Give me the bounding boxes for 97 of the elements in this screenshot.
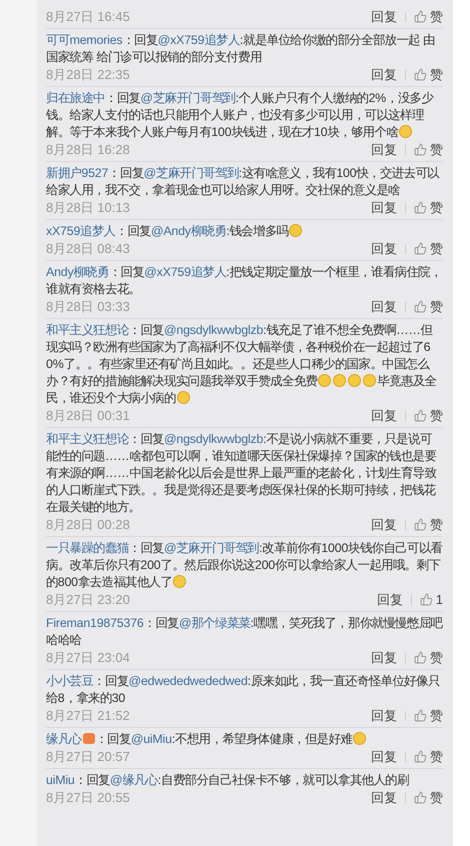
emoji-icon [176, 391, 190, 404]
user-link[interactable]: 归在旅途中 [46, 91, 106, 105]
emoji-icon [318, 374, 332, 387]
comment-time: 8月28日 00:31 [46, 406, 131, 424]
user-link[interactable]: uiMiu [46, 773, 75, 787]
like-link[interactable]: 1 [436, 592, 443, 607]
reply-link[interactable]: 回复 [371, 298, 397, 316]
user-link[interactable]: 和平主义狂想论 [46, 323, 129, 337]
comment-time: 8月27日 16:45 [46, 8, 131, 26]
reply-link[interactable]: 回复 [371, 8, 397, 26]
thumbs-up-icon[interactable] [414, 791, 427, 804]
comment-time: 8月28日 00:28 [46, 516, 131, 534]
like-link[interactable]: 赞 [430, 240, 443, 258]
comment-time: 8月27日 20:57 [46, 748, 131, 766]
comment-time: 8月27日 23:20 [46, 590, 131, 608]
like-link[interactable]: 赞 [430, 748, 443, 766]
thumbs-up-icon[interactable] [414, 68, 427, 81]
thumbs-up-icon[interactable] [420, 593, 433, 606]
reply-link[interactable]: 回复 [371, 516, 397, 534]
comment-text: 缘凡心 ：回复@uiMiu:不想用，希望身体健康，但是好难 [46, 731, 443, 748]
like-link[interactable]: 赞 [430, 406, 443, 424]
thumbs-up-icon[interactable] [414, 518, 427, 531]
like-link[interactable]: 赞 [430, 298, 443, 316]
emoji-icon [348, 374, 362, 387]
like-link[interactable]: 赞 [430, 516, 443, 534]
user-link[interactable]: xX759追梦人 [46, 224, 116, 238]
comment-text: Andy柳晓勇：回复@xX759追梦人:把钱定期定量放一个框里，谁看病住院，谁就有资格去花。 [46, 264, 443, 298]
comment-text: 新拥户9527：回复@芝麻开门哥驾到:这有啥意义，我有100快，交进去可以给家人用，我不交，拿着现金也可以给家人用呀。交社保的意义是啥 [46, 165, 440, 199]
reply-link[interactable]: 回复 [371, 648, 397, 666]
thumbs-up-icon[interactable] [414, 651, 427, 664]
comment-text: 可可memories：回复@xX759追梦人:就是单位给你缴的部分全部放一起 由国家统筹 给门诊可以报销的部分支付费用 [46, 32, 436, 66]
thumbs-up-icon[interactable] [414, 201, 427, 214]
comment-time: 8月27日 21:52 [46, 706, 131, 724]
thumbs-up-icon[interactable] [414, 143, 427, 156]
mention-link[interactable]: @缘凡心 [110, 773, 158, 787]
mention-link[interactable]: @xX759追梦人 [158, 33, 240, 47]
emoji-icon [399, 125, 412, 138]
user-link[interactable]: 新拥户9527 [46, 166, 108, 180]
like-link[interactable]: 赞 [430, 788, 443, 806]
comment-time: 8月28日 08:43 [46, 240, 131, 258]
mention-link[interactable]: @xX759追梦人 [144, 265, 226, 279]
comment-text: uiMiu：回复@缘凡心:自费部分自己社保卡不够，就可以拿其他人的刷 [46, 772, 410, 789]
thumbs-up-icon[interactable] [414, 300, 427, 313]
mention-link[interactable]: @芝麻开门哥驾到 [140, 91, 236, 105]
comment-time: 8月28日 22:35 [46, 66, 131, 84]
comment-time: 8月28日 16:28 [46, 140, 131, 158]
reply-link[interactable]: 回复 [371, 706, 397, 724]
comment-time: 8月27日 23:04 [46, 648, 131, 666]
like-link[interactable]: 赞 [430, 706, 443, 724]
comment-text: 一只暴躁的蠢猫：回复@芝麻开门哥驾到:改革前你有1000块钱你自己可以看病。改革后你只有200了。然后跟你说这200你可以拿给家人一起用哦。剩下的800拿去造福其他人了 [46, 540, 443, 591]
reply-link[interactable]: 回复 [371, 198, 397, 216]
reply-link[interactable]: 回复 [376, 590, 403, 608]
mention-link[interactable]: @uiMiu [130, 732, 172, 746]
comment-text: 和平主义狂想论：回复@ngsdylkwwbglzb:不是说小病就不重要，只是说可能性的问题……啥都包可以啊，谁知道哪天医保社保爆掉？国家的钱也是要有来源的啊……中国老龄化以后会是世界上最严重的老龄化，计划生育导致的人口断崖式下跌。。我是觉得还是要考虑医保社保的长期可持续，把钱花在最关键的地方。 [46, 431, 438, 516]
comment-text: 归在旅途中：回复@芝麻开门哥驾到:个人账户只有个人缴纳的2%，没多少钱。给家人支付的话也只能用个人账户，也没有多少可以用，可以这样理解。等于本来我个人账户每月有100块钱进，现在才10块，够用个啥 [46, 90, 435, 141]
like-link[interactable]: 赞 [430, 198, 443, 216]
like-link[interactable]: 赞 [430, 8, 443, 26]
user-link[interactable]: 缘凡心 [46, 732, 82, 746]
thumbs-up-icon[interactable] [414, 709, 427, 722]
reply-link[interactable]: 回复 [371, 748, 397, 766]
reply-link[interactable]: 回复 [371, 140, 397, 158]
comment-time: 8月27日 20:55 [46, 788, 131, 806]
user-link[interactable]: 可可memories [46, 33, 122, 47]
emoji-icon [353, 732, 366, 745]
comment-time: 8月28日 03:33 [46, 298, 131, 316]
emoji-icon [363, 374, 376, 387]
user-link[interactable]: 一只暴躁的蠢猫 [46, 541, 129, 555]
emoji-icon [173, 575, 186, 588]
mention-link[interactable]: @ngsdylkwwbglzb [164, 323, 264, 337]
user-link[interactable]: 小小芸豆 [46, 674, 94, 688]
mention-link[interactable]: @芝麻开门哥驾到 [164, 541, 259, 555]
thumbs-up-icon[interactable] [414, 10, 427, 23]
emoji-icon [333, 374, 346, 387]
comment-text: Fireman19875376：回复@那个绿菜菜:嘿嘿，笑死我了，那你就慢慢憋屈吧哈哈哈 [46, 615, 443, 649]
thumbs-up-icon[interactable] [414, 242, 427, 255]
mention-link[interactable]: @芝麻开门哥驾到 [144, 166, 239, 180]
reply-link[interactable]: 回复 [371, 788, 397, 806]
thumbs-up-icon[interactable] [414, 409, 427, 422]
user-link[interactable]: Fireman19875376 [46, 616, 144, 630]
mention-link[interactable]: @ngsdylkwwbglzb [164, 432, 264, 446]
like-link[interactable]: 赞 [430, 140, 443, 158]
like-link[interactable]: 赞 [430, 648, 443, 666]
user-link[interactable]: 和平主义狂想论 [46, 432, 129, 446]
mention-link[interactable]: @那个绿菜菜 [178, 616, 250, 630]
comment-time: 8月28日 10:13 [46, 198, 131, 216]
emoji-icon [289, 224, 302, 237]
thumbs-up-icon[interactable] [414, 750, 427, 763]
reply-link[interactable]: 回复 [371, 66, 397, 84]
user-link[interactable]: Andy柳晓勇 [46, 265, 109, 279]
reply-link[interactable]: 回复 [371, 240, 397, 258]
comment-text: xX759追梦人：回复@Andy柳晓勇:钱会增多吗 [46, 223, 443, 240]
comment-text: 小小芸豆：回复@edwededwededwed:原来如此，我一直还奇怪单位好像只给8，拿来的30 [46, 673, 441, 707]
comment-text: 和平主义狂想论：回复@ngsdylkwwbglzb:钱充足了谁不想全免费啊……但现实吗？欧洲有些国家为了高福利不仅大幅举债，各种税价在一起超过了60%了。。有些家里还有矿尚且如此。。还是些人口稀少的国家。中国怎么办？有好的措施能解决现实问题我举双手赞成全免费 毕竟惠及全民，谁还没个大病小病的 [46, 322, 438, 407]
reply-link[interactable]: 回复 [371, 406, 397, 424]
mention-link[interactable]: @edwededwededwed [128, 674, 248, 688]
mention-link[interactable]: @Andy柳晓勇 [150, 224, 226, 238]
like-link[interactable]: 赞 [430, 66, 443, 84]
